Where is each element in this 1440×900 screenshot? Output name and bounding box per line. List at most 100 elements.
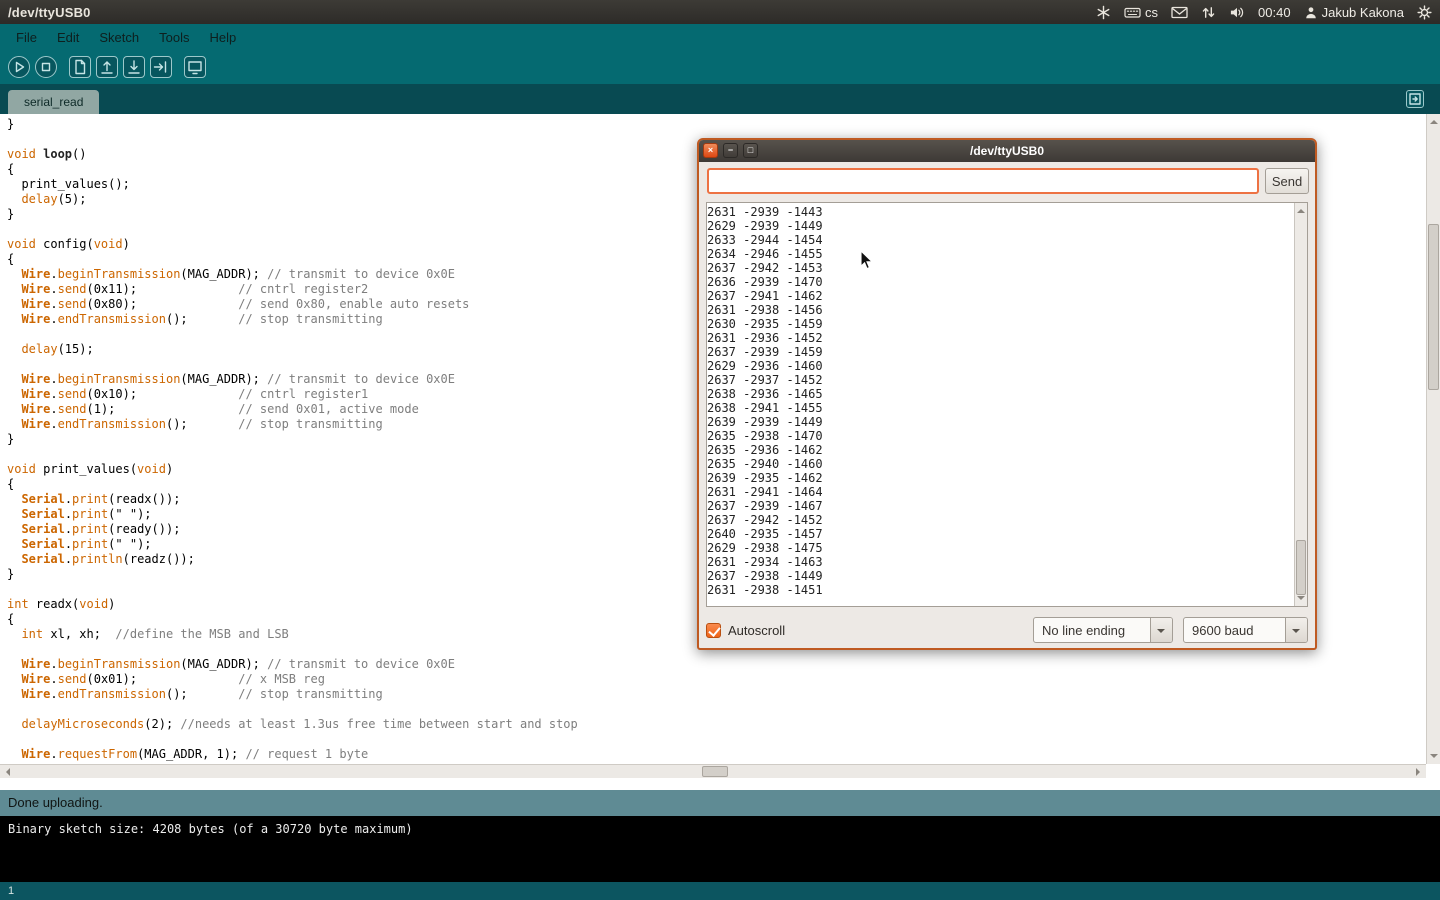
scroll-up-icon[interactable] bbox=[1430, 116, 1438, 124]
serial-vscroll-thumb[interactable] bbox=[1296, 540, 1306, 595]
window-controls: × − □ bbox=[703, 143, 758, 158]
maximize-icon[interactable]: □ bbox=[743, 143, 758, 158]
autoscroll-checkbox[interactable] bbox=[706, 623, 721, 638]
serial-monitor-button[interactable] bbox=[184, 56, 206, 78]
serial-monitor-window: × − □ /dev/ttyUSB0 Send 2631 -2939 -1443… bbox=[697, 138, 1317, 650]
menu-file[interactable]: File bbox=[6, 24, 47, 50]
baud-rate-value: 9600 baud bbox=[1184, 623, 1285, 638]
menu-sketch[interactable]: Sketch bbox=[89, 24, 149, 50]
menubar: FileEditSketchToolsHelp bbox=[0, 24, 1440, 50]
serial-line: 2634 -2946 -1455 bbox=[707, 247, 1294, 261]
close-icon[interactable]: × bbox=[703, 143, 718, 158]
serial-line: 2631 -2938 -1451 bbox=[707, 583, 1294, 597]
chevron-down-icon[interactable] bbox=[1150, 618, 1172, 642]
serial-line: 2630 -2935 -1459 bbox=[707, 317, 1294, 331]
username-label: Jakub Kakona bbox=[1322, 5, 1404, 20]
serial-monitor-title: /dev/ttyUSB0 bbox=[970, 144, 1044, 158]
tab-menu-button[interactable] bbox=[1406, 90, 1424, 108]
editor-horizontal-scrollbar[interactable] bbox=[0, 764, 1426, 778]
code-line: Wire.requestFrom(MAG_ADDR, 1); // reques… bbox=[7, 747, 1426, 762]
serial-line: 2635 -2940 -1460 bbox=[707, 457, 1294, 471]
clock[interactable]: 00:40 bbox=[1258, 5, 1291, 20]
serial-line: 2638 -2941 -1455 bbox=[707, 401, 1294, 415]
tab-menu-icon bbox=[1408, 92, 1422, 106]
serial-line: 2637 -2942 -1452 bbox=[707, 513, 1294, 527]
verify-button[interactable] bbox=[8, 56, 30, 78]
stop-button[interactable] bbox=[35, 56, 57, 78]
send-button[interactable]: Send bbox=[1265, 168, 1309, 194]
serial-monitor-titlebar[interactable]: × − □ /dev/ttyUSB0 bbox=[699, 140, 1315, 162]
serial-scroll-down-icon[interactable] bbox=[1297, 596, 1305, 604]
serial-line: 2637 -2939 -1459 bbox=[707, 345, 1294, 359]
arduino-ide-screen: /dev/ttyUSB0 cs bbox=[0, 0, 1440, 900]
editor-hscroll-thumb[interactable] bbox=[702, 766, 728, 777]
menu-tools[interactable]: Tools bbox=[149, 24, 199, 50]
line-ending-value: No line ending bbox=[1034, 623, 1150, 638]
scroll-right-icon[interactable] bbox=[1416, 768, 1424, 776]
new-sketch-button[interactable] bbox=[69, 56, 91, 78]
user-icon bbox=[1304, 5, 1318, 20]
tab-label: serial_read bbox=[24, 95, 83, 109]
chevron-down-icon[interactable] bbox=[1285, 618, 1307, 642]
serial-line: 2631 -2941 -1464 bbox=[707, 485, 1294, 499]
serial-line: 2639 -2939 -1449 bbox=[707, 415, 1294, 429]
volume-icon[interactable] bbox=[1229, 5, 1245, 20]
menu-help[interactable]: Help bbox=[199, 24, 246, 50]
network-transfer-icon[interactable] bbox=[1201, 5, 1216, 20]
serial-line: 2629 -2939 -1449 bbox=[707, 219, 1294, 233]
serial-line: 2637 -2941 -1462 bbox=[707, 289, 1294, 303]
keyboard-icon bbox=[1124, 5, 1141, 20]
indicator-icon[interactable] bbox=[1096, 5, 1111, 20]
serial-scroll-up-icon[interactable] bbox=[1297, 205, 1305, 213]
panel-indicators: cs 00:40 Jakub bbox=[1096, 5, 1432, 20]
active-window-title: /dev/ttyUSB0 bbox=[8, 5, 91, 20]
serial-line: 2631 -2938 -1456 bbox=[707, 303, 1294, 317]
editor-vscroll-thumb[interactable] bbox=[1428, 224, 1439, 390]
serial-line: 2638 -2936 -1465 bbox=[707, 387, 1294, 401]
serial-line: 2640 -2935 -1457 bbox=[707, 527, 1294, 541]
tabbar: serial_read bbox=[0, 84, 1440, 114]
save-button[interactable] bbox=[123, 56, 145, 78]
minimize-icon[interactable]: − bbox=[723, 143, 738, 158]
serial-line: 2637 -2938 -1449 bbox=[707, 569, 1294, 583]
serial-line: 2631 -2939 -1443 bbox=[707, 205, 1294, 219]
session-gear-icon[interactable] bbox=[1417, 5, 1432, 20]
code-line bbox=[7, 702, 1426, 717]
serial-line: 2633 -2944 -1454 bbox=[707, 233, 1294, 247]
keyboard-layout-indicator[interactable]: cs bbox=[1124, 5, 1158, 20]
system-top-panel: /dev/ttyUSB0 cs bbox=[0, 0, 1440, 24]
user-menu[interactable]: Jakub Kakona bbox=[1304, 5, 1404, 20]
scroll-down-icon[interactable] bbox=[1430, 754, 1438, 762]
serial-line: 2629 -2938 -1475 bbox=[707, 541, 1294, 555]
serial-line: 2637 -2939 -1467 bbox=[707, 499, 1294, 513]
toolbar bbox=[0, 50, 1440, 84]
mail-icon[interactable] bbox=[1171, 5, 1188, 20]
editor-vertical-scrollbar[interactable] bbox=[1426, 114, 1440, 764]
serial-line: 2631 -2936 -1452 bbox=[707, 331, 1294, 345]
serial-output[interactable]: 2631 -2939 -14432629 -2939 -14492633 -29… bbox=[707, 203, 1294, 606]
editor-bottom-gap bbox=[0, 778, 1440, 790]
scroll-left-icon[interactable] bbox=[2, 768, 10, 776]
serial-line: 2635 -2936 -1462 bbox=[707, 443, 1294, 457]
line-number-indicator: 1 bbox=[0, 882, 1440, 900]
tab-serial-read[interactable]: serial_read bbox=[8, 90, 99, 114]
status-bar: Done uploading. bbox=[0, 790, 1440, 816]
serial-line: 2631 -2934 -1463 bbox=[707, 555, 1294, 569]
serial-send-input[interactable] bbox=[707, 168, 1259, 194]
upload-button[interactable] bbox=[150, 56, 172, 78]
line-ending-select[interactable]: No line ending bbox=[1033, 617, 1173, 643]
keyboard-layout-label: cs bbox=[1145, 5, 1158, 20]
serial-line: 2639 -2935 -1462 bbox=[707, 471, 1294, 485]
autoscroll-label: Autoscroll bbox=[728, 623, 785, 638]
serial-line: 2637 -2937 -1452 bbox=[707, 373, 1294, 387]
baud-rate-select[interactable]: 9600 baud bbox=[1183, 617, 1308, 643]
serial-line: 2629 -2936 -1460 bbox=[707, 359, 1294, 373]
serial-vertical-scrollbar[interactable] bbox=[1294, 203, 1307, 606]
menu-edit[interactable]: Edit bbox=[47, 24, 89, 50]
open-button[interactable] bbox=[96, 56, 118, 78]
code-line: delayMicroseconds(2); //needs at least 1… bbox=[7, 717, 1426, 732]
code-line bbox=[7, 732, 1426, 747]
serial-line: 2637 -2942 -1453 bbox=[707, 261, 1294, 275]
code-line: } bbox=[7, 117, 1426, 132]
code-line: Wire.send(0x01); // x MSB reg bbox=[7, 672, 1426, 687]
